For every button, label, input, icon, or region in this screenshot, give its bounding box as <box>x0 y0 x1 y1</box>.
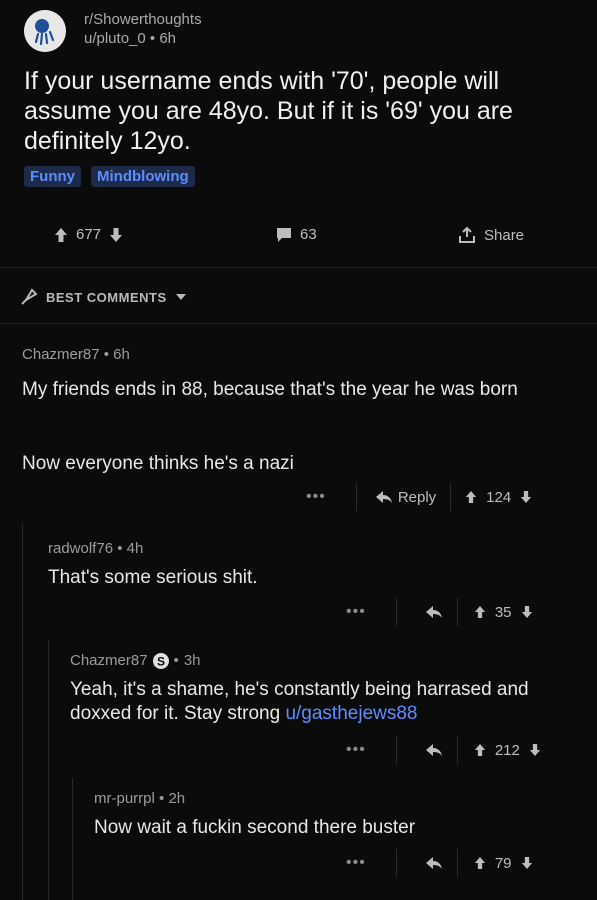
post-age: 6h <box>159 30 177 47</box>
reply-icon <box>375 490 393 504</box>
meta-separator: • <box>103 346 109 363</box>
divider <box>456 849 458 877</box>
more-options-icon[interactable]: ••• <box>306 488 326 506</box>
thread-line[interactable] <box>22 524 23 900</box>
comment-score: 212 <box>494 741 520 759</box>
downvote-icon[interactable] <box>529 743 541 757</box>
chevron-down-icon <box>175 293 187 301</box>
svg-text:S: S <box>157 654 165 668</box>
user-mention-link[interactable]: u/gasthejews88 <box>285 703 417 724</box>
comment-author-line: mr-purrpl • 2h <box>94 790 185 807</box>
op-badge-icon: S <box>152 652 169 669</box>
upvote-icon[interactable] <box>474 856 486 870</box>
post-vote-count: 677 <box>76 226 102 243</box>
comment-body: That's some serious shit. <box>48 567 258 588</box>
comment-vote-group: 212 <box>474 742 541 759</box>
more-options-icon[interactable]: ••• <box>346 741 366 759</box>
comment-body: My friends ends in 88, because that's th… <box>22 379 518 400</box>
comment-age: 4h <box>126 540 144 557</box>
comment-author-line: Chazmer87 • 6h <box>22 346 130 363</box>
sort-label: BEST COMMENTS <box>46 289 167 305</box>
meta-separator: • <box>117 540 123 557</box>
comment-body: Now everyone thinks he's a nazi <box>22 453 294 474</box>
divider <box>456 736 458 764</box>
post-action-bar: 677 63 Share <box>0 226 597 252</box>
divider <box>355 483 357 511</box>
reply-icon[interactable] <box>425 605 443 619</box>
divider <box>395 598 397 626</box>
post-author[interactable]: u/pluto_0 <box>84 30 146 47</box>
comment-age: 3h <box>183 652 201 669</box>
comment-author[interactable]: radwolf76 <box>48 540 113 557</box>
subreddit-name[interactable]: r/Showerthoughts <box>84 10 202 29</box>
comment-age: 2h <box>168 790 186 807</box>
meta-separator: • <box>149 30 156 47</box>
comment-vote-group: 79 <box>474 855 533 872</box>
comment-author[interactable]: Chazmer87 <box>22 346 100 363</box>
comment-score: 124 <box>486 488 512 506</box>
thread-line[interactable] <box>72 778 73 900</box>
more-options-icon[interactable]: ••• <box>346 854 366 872</box>
comment-icon <box>276 227 292 243</box>
comment-vote-group: 124 <box>465 489 532 506</box>
share-icon <box>458 226 476 244</box>
downvote-icon[interactable] <box>521 856 533 870</box>
tag-mindblowing[interactable]: Mindblowing <box>91 166 195 187</box>
divider <box>0 267 597 268</box>
share-label: Share <box>484 226 525 244</box>
comment-count: 63 <box>300 226 317 243</box>
post-meta: r/Showerthoughts u/pluto_0 • 6h <box>84 10 202 48</box>
divider <box>456 598 458 626</box>
subreddit-avatar-icon[interactable] <box>24 10 66 52</box>
more-options-icon[interactable]: ••• <box>346 603 366 621</box>
thread-line[interactable] <box>48 640 49 900</box>
reply-icon[interactable] <box>425 743 443 757</box>
comment-body: Yeah, it's a shame, he's constantly bein… <box>70 678 575 726</box>
comment-score: 79 <box>494 854 512 872</box>
post-title[interactable]: If your username ends with '70', people … <box>24 66 579 156</box>
comment-body: Now wait a fuckin second there buster <box>94 817 416 838</box>
comments-button[interactable]: 63 <box>276 226 317 243</box>
divider <box>0 323 597 324</box>
comment-author[interactable]: Chazmer87 <box>70 652 148 669</box>
comment-score: 35 <box>494 603 512 621</box>
comment-author-line: Chazmer87 S • 3h <box>70 652 201 669</box>
upvote-icon[interactable] <box>474 743 486 757</box>
reply-label: Reply <box>397 488 437 506</box>
comment-author[interactable]: mr-purrpl <box>94 790 155 807</box>
upvote-icon[interactable] <box>465 490 477 504</box>
comment-sort[interactable]: BEST COMMENTS <box>20 288 187 306</box>
divider <box>395 849 397 877</box>
downvote-icon[interactable] <box>520 490 532 504</box>
downvote-icon[interactable] <box>521 605 533 619</box>
comment-author-line: radwolf76 • 4h <box>48 540 143 557</box>
meta-separator: • <box>173 652 179 669</box>
comment-controls: ••• 212 <box>346 736 541 764</box>
comment-controls: ••• 35 <box>346 598 533 626</box>
reply-icon[interactable] <box>425 856 443 870</box>
divider <box>450 483 452 511</box>
post-vote-group: 677 <box>54 226 123 243</box>
meta-separator: • <box>159 790 165 807</box>
tag-funny[interactable]: Funny <box>24 166 81 187</box>
comment-age: 6h <box>113 346 130 363</box>
share-button[interactable]: Share <box>458 226 524 244</box>
comment-controls: ••• Reply 124 <box>306 483 532 511</box>
reply-button[interactable]: Reply <box>375 489 436 506</box>
upvote-icon[interactable] <box>474 605 486 619</box>
comment-vote-group: 35 <box>474 604 533 621</box>
comment-controls: ••• 79 <box>346 849 533 877</box>
post-tags: Funny Mindblowing <box>24 166 195 187</box>
upvote-icon[interactable] <box>54 227 68 243</box>
best-sort-icon <box>20 288 38 306</box>
divider <box>395 736 397 764</box>
downvote-icon[interactable] <box>109 227 123 243</box>
